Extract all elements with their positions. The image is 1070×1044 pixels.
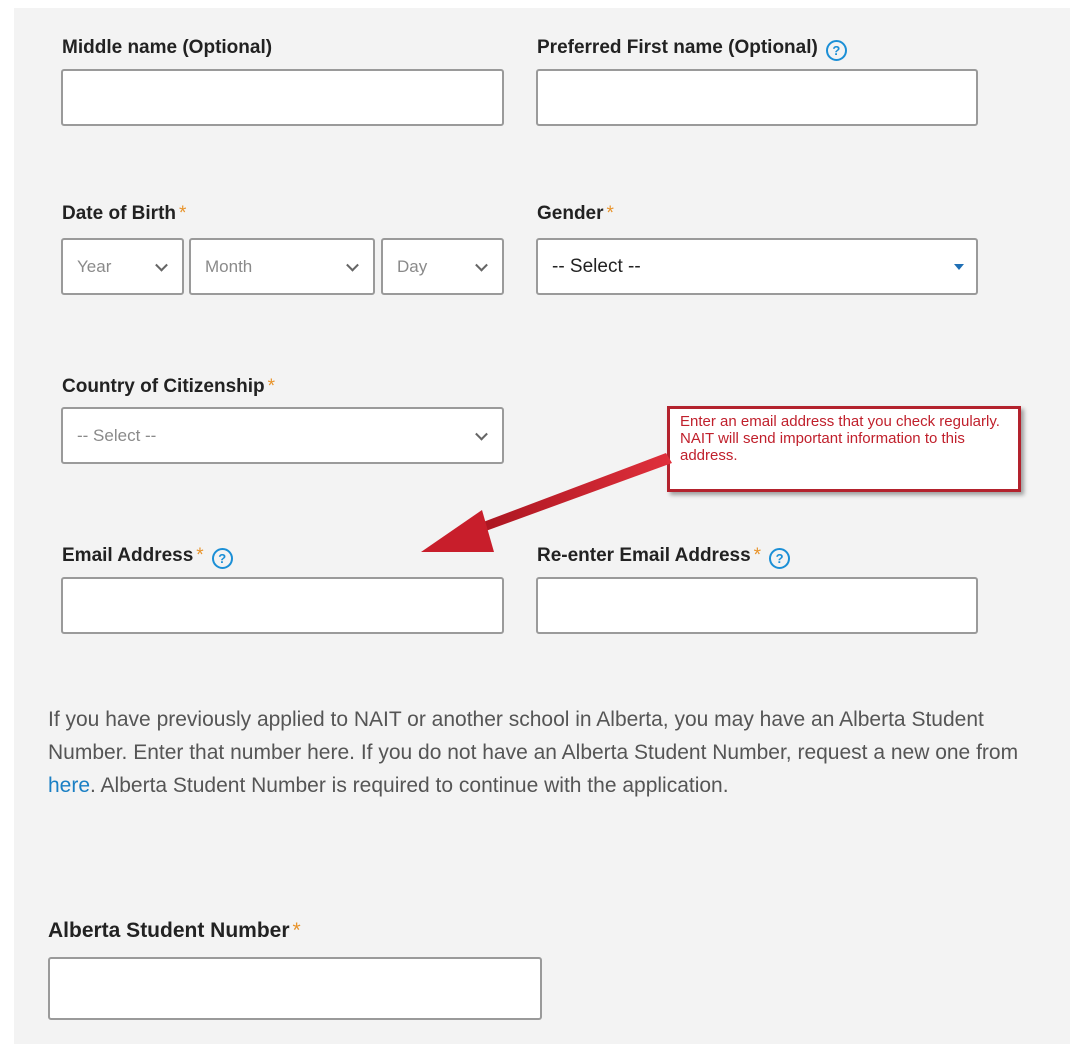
request-asn-link[interactable]: here xyxy=(48,774,90,797)
birth-day-select[interactable]: Day xyxy=(381,238,504,295)
asn-info-text: If you have previously applied to NAIT o… xyxy=(48,708,1019,797)
required-marker: * xyxy=(267,376,276,397)
email-label: Email Address *? xyxy=(62,545,233,569)
country-label: Country of Citizenship * xyxy=(62,376,276,397)
question-circle-icon[interactable]: ? xyxy=(769,548,791,569)
email-confirm-input[interactable] xyxy=(536,577,978,634)
email-tip-callout: Enter an email address that you check re… xyxy=(667,406,1021,492)
required-marker: * xyxy=(753,545,762,566)
email-confirm-label: Re-enter Email Address *? xyxy=(537,545,791,569)
required-marker: * xyxy=(292,919,301,942)
chevron-down-icon xyxy=(475,258,488,272)
date-of-birth-label: Date of Birth * xyxy=(62,203,187,224)
chevron-down-icon xyxy=(346,258,359,272)
required-marker: * xyxy=(606,203,614,224)
country-select[interactable]: -- Select -- xyxy=(61,407,504,464)
question-circle-icon[interactable]: ? xyxy=(211,548,233,569)
chevron-down-icon xyxy=(155,258,168,272)
asn-label: Alberta Student Number * xyxy=(48,919,301,942)
gender-label: Gender * xyxy=(537,203,614,224)
gender-select[interactable]: -- Select -- xyxy=(536,238,978,295)
preferred-first-name-input[interactable] xyxy=(536,69,978,126)
birth-year-select[interactable]: Year xyxy=(61,238,184,295)
caret-down-icon xyxy=(954,263,964,270)
chevron-down-icon xyxy=(475,427,488,441)
preferred-first-name-label: Preferred First name (Optional)? xyxy=(537,37,847,61)
required-marker: * xyxy=(179,203,187,224)
question-circle-icon[interactable]: ? xyxy=(825,40,847,61)
asn-input[interactable] xyxy=(48,957,542,1020)
birth-month-select[interactable]: Month xyxy=(189,238,375,295)
middle-name-label: Middle name (Optional) xyxy=(62,37,273,58)
required-marker: * xyxy=(196,545,204,566)
email-input[interactable] xyxy=(61,577,504,634)
middle-name-input[interactable] xyxy=(61,69,504,126)
